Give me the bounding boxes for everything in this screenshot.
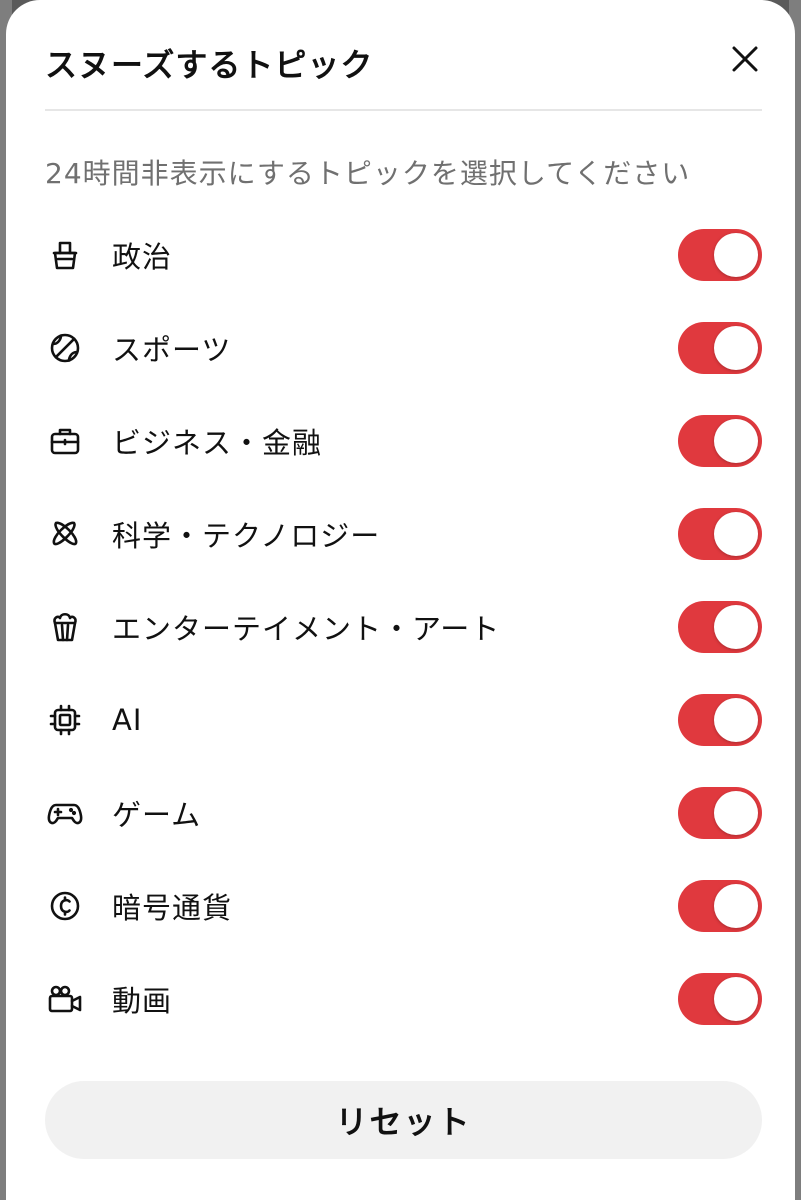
topic-toggle-games[interactable] bbox=[678, 787, 762, 839]
topic-toggle-science[interactable] bbox=[678, 508, 762, 560]
topic-list: 政治 スポーツ ビジネス・金融 科学・テクノロジー エンターテイメント・アート … bbox=[45, 208, 762, 1045]
toggle-knob bbox=[714, 698, 758, 742]
coin-icon bbox=[45, 886, 85, 926]
snooze-topics-sheet: スヌーズするトピック 24時間非表示にするトピックを選択してください 政治 スポ… bbox=[6, 0, 795, 1200]
topic-toggle-business[interactable] bbox=[678, 415, 762, 467]
ballot-box-icon bbox=[45, 235, 85, 275]
topic-label: ゲーム bbox=[112, 797, 202, 832]
topic-label: 政治 bbox=[112, 239, 173, 274]
topic-toggle-ai[interactable] bbox=[678, 694, 762, 746]
toggle-knob bbox=[714, 884, 758, 928]
toggle-knob bbox=[714, 791, 758, 835]
topic-toggle-video[interactable] bbox=[678, 973, 762, 1025]
topic-label: AI bbox=[112, 702, 143, 737]
popcorn-icon bbox=[45, 607, 85, 647]
close-button[interactable] bbox=[728, 42, 762, 76]
toggle-knob bbox=[714, 605, 758, 649]
topic-row-games: ゲーム bbox=[45, 766, 762, 859]
header-divider bbox=[45, 109, 762, 111]
topic-row-sports: スポーツ bbox=[45, 301, 762, 394]
topic-row-science: 科学・テクノロジー bbox=[45, 487, 762, 580]
topic-row-video: 動画 bbox=[45, 952, 762, 1045]
video-camera-icon bbox=[45, 979, 85, 1019]
topic-row-crypto: 暗号通貨 bbox=[45, 859, 762, 952]
sheet-title: スヌーズするトピック bbox=[45, 46, 374, 84]
ball-icon bbox=[45, 328, 85, 368]
topic-label: 暗号通貨 bbox=[112, 890, 233, 925]
toggle-knob bbox=[714, 977, 758, 1021]
topic-label: ビジネス・金融 bbox=[112, 425, 323, 460]
close-icon bbox=[732, 46, 758, 72]
toggle-knob bbox=[714, 512, 758, 556]
topic-toggle-crypto[interactable] bbox=[678, 880, 762, 932]
topic-row-entertainment: エンターテイメント・アート bbox=[45, 580, 762, 673]
topic-label: 科学・テクノロジー bbox=[112, 518, 381, 553]
topic-toggle-politics[interactable] bbox=[678, 229, 762, 281]
chip-icon bbox=[45, 700, 85, 740]
atom-icon bbox=[45, 514, 85, 554]
topic-toggle-sports[interactable] bbox=[678, 322, 762, 374]
topic-label: 動画 bbox=[112, 983, 173, 1018]
sheet-header: スヌーズするトピック bbox=[45, 36, 762, 92]
toggle-knob bbox=[714, 419, 758, 463]
topic-row-ai: AI bbox=[45, 673, 762, 766]
topic-label: エンターテイメント・アート bbox=[112, 611, 501, 646]
toggle-knob bbox=[714, 326, 758, 370]
sheet-subtitle: 24時間非表示にするトピックを選択してください bbox=[45, 157, 691, 190]
topic-row-politics: 政治 bbox=[45, 208, 762, 301]
reset-button[interactable]: リセット bbox=[45, 1081, 762, 1159]
topic-row-business: ビジネス・金融 bbox=[45, 394, 762, 487]
briefcase-icon bbox=[45, 421, 85, 461]
toggle-knob bbox=[714, 233, 758, 277]
gamepad-icon bbox=[45, 793, 85, 833]
topic-label: スポーツ bbox=[112, 332, 232, 367]
topic-toggle-entertainment[interactable] bbox=[678, 601, 762, 653]
